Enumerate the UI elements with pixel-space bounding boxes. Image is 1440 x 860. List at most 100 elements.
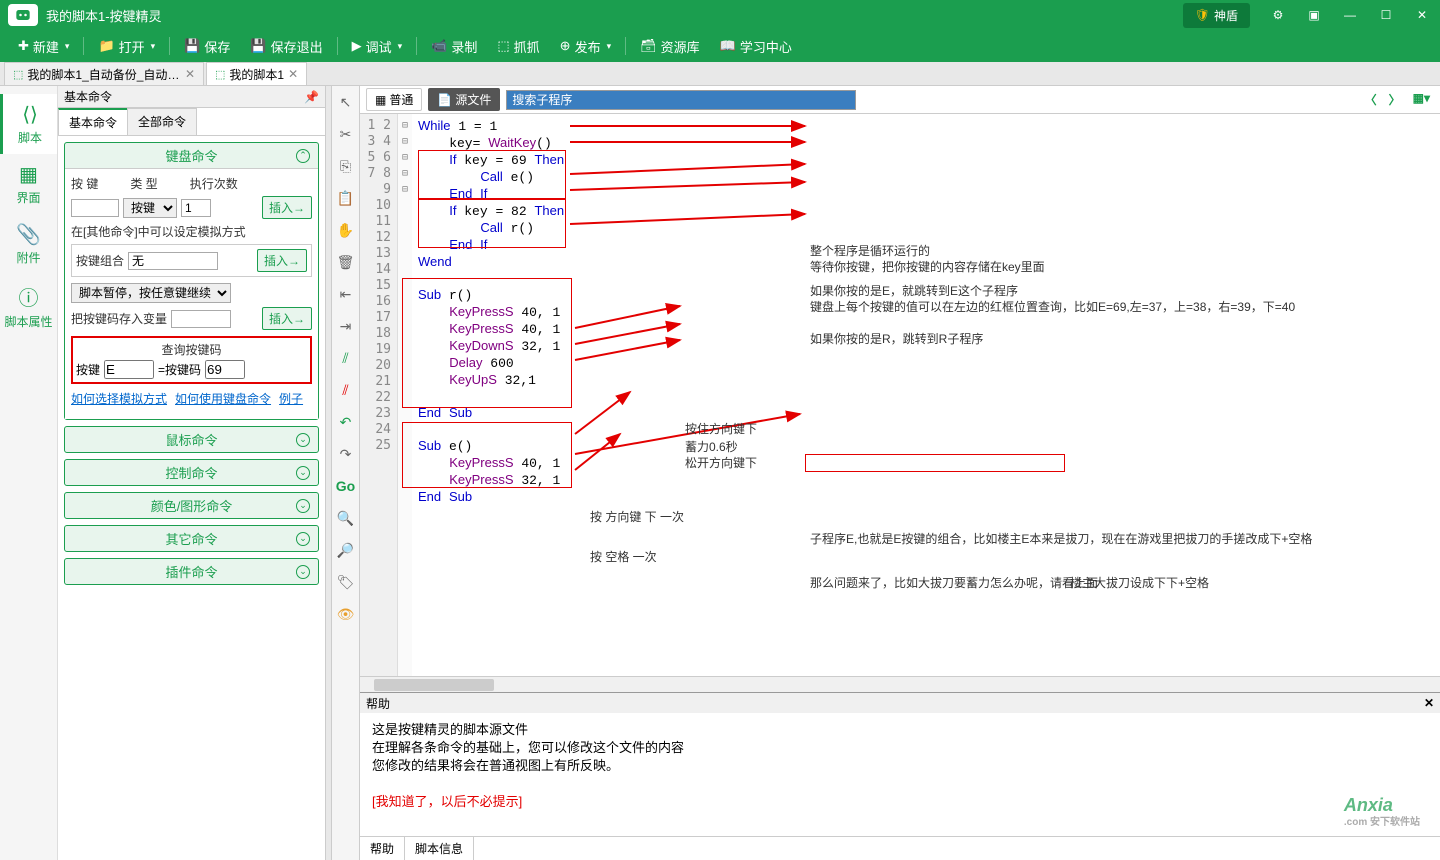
fold-gutter[interactable]: ⊟ ⊟ ⊟ ⊟ ⊟ [398,114,412,676]
delete-icon[interactable]: 🗑 [336,252,356,272]
insert-button[interactable]: 插入→ [257,249,307,272]
replace-icon[interactable]: 🔎 [336,540,356,560]
link-example[interactable]: 例子 [279,390,303,407]
go-icon[interactable]: Go [336,476,356,496]
watch-icon[interactable]: 👁 [336,604,356,624]
help-tab[interactable]: 帮助 [360,837,405,860]
file-tab-label: 我的脚本1_自动备份_自动备... [27,66,181,83]
h-scrollbar[interactable] [360,676,1440,692]
tab-basic-cmd[interactable]: 基本命令 [58,108,128,135]
lookup-key-input[interactable] [104,360,154,379]
insert-button[interactable]: 插入→ [262,307,312,330]
save-exit-button[interactable]: 💾保存退出 [242,34,330,59]
undo-icon[interactable]: ↶ [336,412,356,432]
editor-toolbar: ▦普通 📄源文件 〈 〉 ▦▾ [360,86,1440,114]
side-panel: 基本命令 📌 基本命令 全部命令 键盘命令⌃ 按 键 类 型 执行次数 [58,86,326,860]
hand-icon[interactable]: ✋ [336,220,356,240]
file-tabs: ⬚ 我的脚本1_自动备份_自动备... ✕ ⬚ 我的脚本1 ✕ [0,62,1440,86]
file-tab[interactable]: ⬚ 我的脚本1_自动备份_自动备... ✕ [4,62,204,85]
close-tab-icon[interactable]: ✕ [185,67,195,81]
vtab-attach[interactable]: 📎附件 [0,214,57,274]
copy-icon[interactable]: ⎘ [336,156,356,176]
outdent-icon[interactable]: ⇤ [336,284,356,304]
paste-icon[interactable]: 📋 [336,188,356,208]
shield-button[interactable]: 🛡 神盾 [1183,3,1250,28]
file-tab[interactable]: ⬚ 我的脚本1 ✕ [206,62,307,85]
settings-icon[interactable]: ⚙ [1260,0,1296,30]
tab-all-cmd[interactable]: 全部命令 [127,108,197,135]
grid-icon: ▦ [375,93,386,107]
line-gutter: 1 2 3 4 5 6 7 8 9 10 11 12 13 14 15 16 1… [360,114,398,676]
control-cmd-group[interactable]: 控制命令⌄ [65,460,318,485]
expand-icon: ⌄ [296,466,310,480]
expand-icon: ⌄ [296,565,310,579]
insert-button[interactable]: 插入→ [262,196,312,219]
var-input[interactable] [171,310,231,328]
code-editor[interactable]: 1 2 3 4 5 6 7 8 9 10 11 12 13 14 15 16 1… [360,114,1440,676]
keycode-lookup-box: 查询按键码 按键 =按键码 [71,336,312,384]
plugin-cmd-group[interactable]: 插件命令⌄ [65,559,318,584]
info-icon: ⓘ [0,282,57,311]
layout-icon[interactable]: ▦▾ [1409,89,1434,110]
cut-icon[interactable]: ✂ [336,124,356,144]
close-tab-icon[interactable]: ✕ [288,67,298,81]
close-help-icon[interactable]: ✕ [1424,696,1434,710]
code-icon: ⟨⟩ [3,102,57,127]
expand-icon: ⌄ [296,499,310,513]
indent-icon[interactable]: ⇥ [336,316,356,336]
titlebar: 我的脚本1-按键精灵 🛡 神盾 ⚙ ▣ — ☐ ✕ [0,0,1440,30]
type-label: 类 型 [130,175,157,192]
mouse-cmd-group[interactable]: 鼠标命令⌄ [65,427,318,452]
cursor-icon[interactable]: ↖ [336,92,356,112]
restore-icon[interactable]: ▣ [1296,0,1332,30]
link-sim-mode[interactable]: 如何选择模拟方式 [71,390,167,407]
count-label: 执行次数 [190,175,238,192]
count-input[interactable] [181,199,211,217]
prev-icon[interactable]: 〈 [1361,89,1381,110]
script-info-tab[interactable]: 脚本信息 [405,837,474,860]
code-content[interactable]: While 1 = 1 key= WaitKey() If key = 69 T… [412,114,1440,676]
uncomment-icon[interactable]: ⫽ [336,380,356,400]
learn-button[interactable]: 📖学习中心 [712,34,800,59]
debug-button[interactable]: ▶调试▾ [344,34,411,59]
minimize-icon[interactable]: — [1332,0,1368,30]
search-input[interactable] [506,90,856,110]
record-button[interactable]: 📹录制 [423,34,485,59]
lookup-title: 查询按键码 [76,341,307,358]
bookmark-icon[interactable]: 🏷 [336,572,356,592]
editor-icon-strip: ↖ ✂ ⎘ 📋 ✋ 🗑 ⇤ ⇥ ⫽ ⫽ ↶ ↷ Go 🔍 🔎 🏷 👁 [332,86,360,860]
resource-button[interactable]: 🗃资源库 [632,34,708,59]
open-button[interactable]: 📁打开▾ [90,34,163,59]
capture-button[interactable]: ⬚抓抓 [489,34,547,59]
publish-button[interactable]: ⊕发布▾ [552,34,619,59]
lookup-code-input[interactable] [205,360,245,379]
find-icon[interactable]: 🔍 [336,508,356,528]
pin-icon[interactable]: 📌 [304,90,319,104]
next-icon[interactable]: 〉 [1385,89,1405,110]
key-label: 按 键 [71,175,98,192]
dismiss-link[interactable]: [我知道了，以后不必提示] [372,794,522,809]
combo-input[interactable] [128,252,218,270]
vtab-attr[interactable]: ⓘ脚本属性 [0,274,57,338]
view-normal-button[interactable]: ▦普通 [366,88,422,111]
save-button[interactable]: 💾保存 [176,34,238,59]
comment-icon[interactable]: ⫽ [336,348,356,368]
vtab-script[interactable]: ⟨⟩脚本 [0,94,57,154]
close-icon[interactable]: ✕ [1404,0,1440,30]
script-icon: ⬚ [13,68,23,81]
maximize-icon[interactable]: ☐ [1368,0,1404,30]
pause-select[interactable]: 脚本暂停，按任意键继续 [71,283,231,303]
new-button[interactable]: ✚新建▾ [10,34,77,59]
help-title: 帮助 [366,695,390,712]
other-cmd-group[interactable]: 其它命令⌄ [65,526,318,551]
resource-icon: 🗃 [640,38,657,54]
redo-icon[interactable]: ↷ [336,444,356,464]
type-select[interactable]: 按键 [123,198,177,218]
watermark: Anxia.com 安下软件站 [1344,796,1420,832]
view-source-button[interactable]: 📄源文件 [428,88,500,111]
color-cmd-group[interactable]: 颜色/图形命令⌄ [65,493,318,518]
vtab-ui[interactable]: ▦界面 [0,154,57,214]
link-kb-cmd[interactable]: 如何使用键盘命令 [175,390,271,407]
key-input[interactable] [71,199,119,217]
keyboard-cmd-group[interactable]: 键盘命令⌃ [65,143,318,168]
